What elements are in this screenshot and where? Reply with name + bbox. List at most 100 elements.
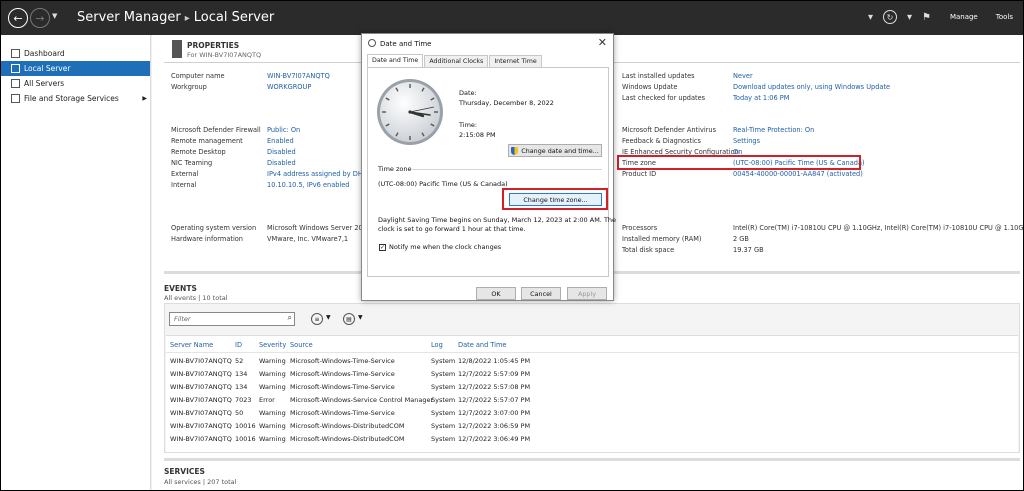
prop-value-link[interactable]: Public: On bbox=[267, 125, 300, 136]
sidebar-item-label: Local Server bbox=[24, 64, 71, 73]
history-dropdown-icon[interactable]: ▼ bbox=[52, 12, 57, 20]
manage-menu[interactable]: Manage bbox=[950, 13, 978, 21]
column-header-severity[interactable]: Severity bbox=[259, 341, 286, 349]
column-header-source[interactable]: Source bbox=[290, 341, 313, 349]
prop-value-link[interactable]: IPv4 address assigned by DHCP bbox=[267, 169, 371, 180]
column-header-server-name[interactable]: Server Name bbox=[170, 341, 213, 349]
cell-date: 12/8/2022 1:05:45 PM bbox=[458, 357, 531, 365]
date-value: Thursday, December 8, 2022 bbox=[459, 99, 554, 107]
close-icon[interactable]: ✕ bbox=[598, 36, 607, 49]
prop-key: Operating system version bbox=[171, 224, 257, 232]
title-menu: Manage Tools bbox=[950, 13, 1013, 21]
timezone-header: Time zone bbox=[378, 165, 412, 173]
cell-log: System bbox=[431, 357, 456, 365]
table-row[interactable]: WIN-BV7I07ANQTQ 50 Warning Microsoft-Win… bbox=[166, 408, 1018, 421]
cell-server: WIN-BV7I07ANQTQ bbox=[170, 422, 232, 430]
search-icon[interactable]: ⌕ bbox=[288, 313, 292, 323]
cell-severity: Warning bbox=[259, 370, 286, 378]
prop-value-link[interactable]: WORKGROUP bbox=[267, 82, 311, 93]
cell-log: System bbox=[431, 409, 456, 417]
cell-date: 12/7/2022 5:57:08 PM bbox=[458, 383, 531, 391]
table-row[interactable]: WIN-BV7I07ANQTQ 52 Warning Microsoft-Win… bbox=[166, 356, 1018, 369]
prop-value-link[interactable]: Disabled bbox=[267, 147, 296, 158]
services-title: SERVICES bbox=[164, 467, 205, 476]
sidebar-item-file-storage[interactable]: File and Storage Services ▶ bbox=[1, 91, 150, 106]
prop-value-link[interactable]: Never bbox=[733, 71, 753, 82]
prop-key: Last checked for updates bbox=[622, 94, 706, 102]
tab-date-and-time[interactable]: Date and Time bbox=[367, 54, 424, 68]
breadcrumb: Server Manager ▸ Local Server bbox=[77, 10, 274, 25]
time-zone-highlight-box bbox=[617, 155, 861, 170]
cell-log: System bbox=[431, 422, 456, 430]
sidebar-item-local-server[interactable]: Local Server bbox=[1, 61, 150, 76]
refresh-icon[interactable]: ↻ bbox=[883, 10, 897, 24]
sidebar-item-label: All Servers bbox=[24, 79, 65, 88]
change-date-time-button[interactable]: Change date and time... bbox=[508, 144, 602, 157]
breadcrumb-app: Server Manager bbox=[77, 10, 181, 25]
table-row[interactable]: WIN-BV7I07ANQTQ 10016 Warning Microsoft-… bbox=[166, 421, 1018, 434]
cell-server: WIN-BV7I07ANQTQ bbox=[170, 357, 232, 365]
cell-severity: Warning bbox=[259, 409, 286, 417]
prop-value-link[interactable]: Enabled bbox=[267, 136, 294, 147]
header-divider bbox=[166, 352, 1018, 353]
cell-source: Microsoft-Windows-Time-Service bbox=[290, 383, 395, 391]
table-row[interactable]: WIN-BV7I07ANQTQ 134 Warning Microsoft-Wi… bbox=[166, 369, 1018, 382]
prop-value-link[interactable]: 00454-40000-00001-AA847 (activated) bbox=[733, 169, 863, 180]
chevron-down-icon[interactable]: ▾ bbox=[907, 12, 912, 23]
flag-icon[interactable]: ⚑ bbox=[922, 12, 931, 23]
forward-button[interactable]: → bbox=[30, 8, 50, 28]
prop-key: Workgroup bbox=[171, 83, 207, 91]
column-header-date-time[interactable]: Date and Time bbox=[458, 341, 507, 349]
events-panel: Filter ⌕ ≡ ▼ ▤ ▼ Server Name ID Severity… bbox=[164, 303, 1020, 453]
prop-value-link[interactable]: WIN-BV7I07ANQTQ bbox=[267, 71, 330, 82]
dst-text-line-2: clock is set to go forward 1 hour at tha… bbox=[378, 225, 526, 233]
prop-value-link[interactable]: Download updates only, using Windows Upd… bbox=[733, 82, 890, 93]
filter-input[interactable]: Filter ⌕ bbox=[169, 312, 295, 326]
sidebar-item-all-servers[interactable]: All Servers bbox=[1, 76, 150, 91]
properties-subtitle: For WIN-BV7I07ANQTQ bbox=[187, 51, 262, 59]
dialog-title-bar: Date and Time bbox=[368, 39, 431, 48]
notify-checkbox[interactable]: ✓ bbox=[379, 244, 386, 251]
apply-button[interactable]: Apply bbox=[567, 287, 607, 300]
table-row[interactable]: WIN-BV7I07ANQTQ 134 Warning Microsoft-Wi… bbox=[166, 382, 1018, 395]
prop-value-link[interactable]: 10.10.10.5, IPv6 enabled bbox=[267, 180, 350, 191]
cancel-button[interactable]: Cancel bbox=[521, 287, 561, 300]
table-row[interactable]: WIN-BV7I07ANQTQ 10016 Warning Microsoft-… bbox=[166, 434, 1018, 447]
chevron-down-icon[interactable]: ▼ bbox=[326, 314, 331, 321]
column-header-log[interactable]: Log bbox=[431, 341, 443, 349]
tools-menu[interactable]: Tools bbox=[996, 13, 1013, 21]
prop-value-link[interactable]: Today at 1:06 PM bbox=[733, 93, 789, 104]
date-time-dialog: Date and Time ✕ Date and Time Additional… bbox=[361, 33, 616, 301]
sidebar-item-label: Dashboard bbox=[24, 49, 65, 58]
prop-value-link[interactable]: Settings bbox=[733, 136, 760, 147]
prop-value-link[interactable]: Real-Time Protection: On bbox=[733, 125, 814, 136]
dropdown-icon[interactable]: ▾ bbox=[868, 12, 873, 23]
ok-button[interactable]: OK bbox=[476, 287, 516, 300]
events-subtitle: All events | 10 total bbox=[164, 294, 228, 302]
cell-severity: Warning bbox=[259, 435, 286, 443]
table-row[interactable]: WIN-BV7I07ANQTQ 7023 Error Microsoft-Win… bbox=[166, 395, 1018, 408]
prop-key: Internal bbox=[171, 181, 197, 189]
save-query-icon[interactable]: ▤ bbox=[343, 313, 355, 325]
dialog-title: Date and Time bbox=[380, 40, 432, 48]
cell-server: WIN-BV7I07ANQTQ bbox=[170, 383, 232, 391]
cell-source: Microsoft-Windows-Time-Service bbox=[290, 370, 395, 378]
cell-date: 12/7/2022 3:06:49 PM bbox=[458, 435, 531, 443]
expand-arrow-icon[interactable]: ▶ bbox=[142, 91, 147, 106]
prop-key: Total disk space bbox=[622, 246, 675, 254]
dialog-tab-panel: Date: Thursday, December 8, 2022 Time: 2… bbox=[367, 67, 616, 277]
list-options-icon[interactable]: ≡ bbox=[311, 313, 323, 325]
chevron-down-icon[interactable]: ▼ bbox=[358, 314, 363, 321]
sidebar-item-dashboard[interactable]: Dashboard bbox=[1, 46, 150, 61]
prop-key: Microsoft Defender Antivirus bbox=[622, 126, 717, 134]
sidebar: Dashboard Local Server All Servers File … bbox=[1, 35, 151, 490]
cell-id: 134 bbox=[235, 370, 248, 378]
back-button[interactable]: ← bbox=[8, 8, 28, 28]
events-title: EVENTS bbox=[164, 284, 197, 293]
cell-source: Microsoft-Windows-DistributedCOM bbox=[290, 435, 405, 443]
column-header-id[interactable]: ID bbox=[235, 341, 242, 349]
cell-severity: Warning bbox=[259, 383, 286, 391]
prop-key: Windows Update bbox=[622, 83, 678, 91]
prop-value-link[interactable]: Disabled bbox=[267, 158, 296, 169]
cell-log: System bbox=[431, 396, 456, 404]
